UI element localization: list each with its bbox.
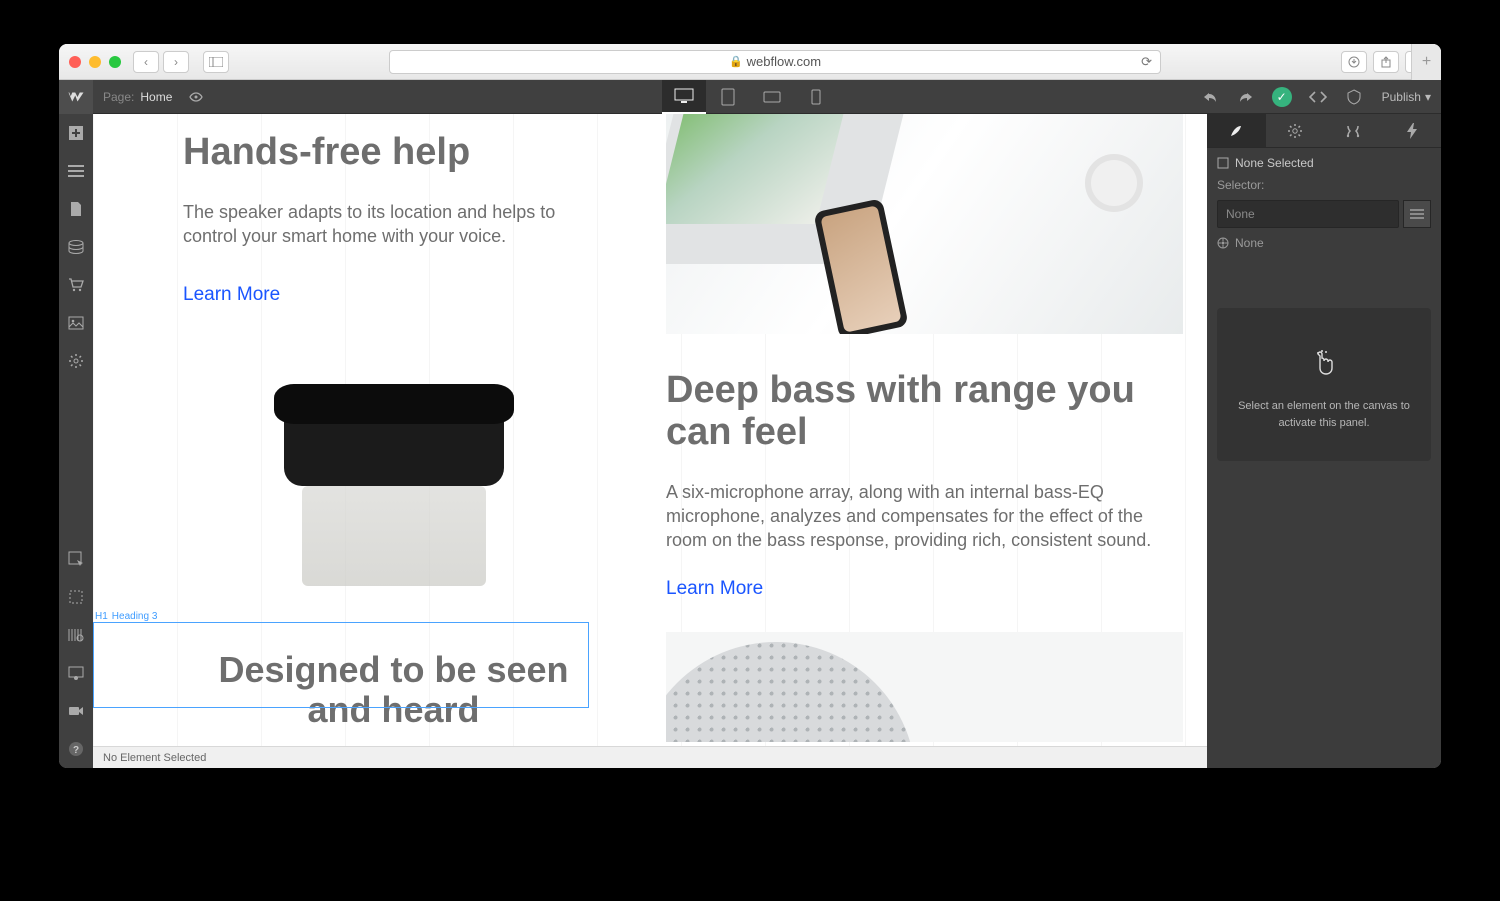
status-bar: No Element Selected (93, 746, 1207, 768)
status-text: No Element Selected (103, 752, 206, 764)
heading-deep-bass[interactable]: Deep bass with range you can feel (666, 370, 1183, 454)
canvas-right-column: Deep bass with range you can feel A six-… (650, 114, 1207, 746)
learn-more-link-2[interactable]: Learn More (666, 578, 763, 599)
tablet-breakpoint[interactable] (706, 80, 750, 114)
webflow-app: Page: Home ✓ Publish ▾ (59, 80, 1441, 768)
page-label: Page: (93, 90, 140, 104)
paragraph-deep-bass[interactable]: A six-microphone array, along with an in… (666, 480, 1183, 553)
device-breakpoints (662, 80, 838, 114)
back-button[interactable]: ‹ (133, 51, 159, 73)
url-text: webflow.com (747, 54, 821, 69)
export-code-button[interactable] (1300, 80, 1336, 114)
redo-button[interactable] (1228, 80, 1264, 114)
share-button[interactable] (1373, 51, 1399, 73)
ecommerce-button[interactable] (59, 266, 93, 304)
app-toolbar: Page: Home ✓ Publish ▾ (59, 80, 1441, 114)
new-tab-button[interactable]: + (1411, 44, 1441, 80)
style-tab[interactable] (1207, 114, 1266, 147)
panel-prompt-text: Select an element on the canvas to activ… (1238, 400, 1410, 429)
preview-button[interactable] (188, 89, 204, 105)
style-panel: None Selected Selector: None (1207, 114, 1441, 768)
add-element-button[interactable] (59, 114, 93, 152)
browser-window: ‹ › 🔒 webflow.com ⟳ + (59, 44, 1441, 768)
settings-button[interactable] (59, 342, 93, 380)
selector-states-button[interactable] (1403, 200, 1431, 228)
style-manager-tab[interactable] (1324, 114, 1383, 147)
minimize-window-button[interactable] (89, 56, 101, 68)
downloads-button[interactable] (1341, 51, 1367, 73)
dome-image[interactable] (666, 632, 1183, 742)
selector-input[interactable]: None (1217, 200, 1399, 228)
page-name[interactable]: Home (140, 90, 172, 104)
reload-icon[interactable]: ⟳ (1141, 54, 1152, 70)
selector-label: Selector: (1217, 178, 1264, 192)
phone-breakpoint[interactable] (794, 80, 838, 114)
selection-name: Heading 3 (112, 611, 158, 622)
chevron-down-icon: ▾ (1425, 90, 1431, 104)
panel-tabs (1207, 114, 1441, 148)
close-window-button[interactable] (69, 56, 81, 68)
sidebar-toggle-button[interactable] (203, 51, 229, 73)
none-selected-label: None Selected (1235, 156, 1314, 170)
learn-more-link-1[interactable]: Learn More (183, 284, 280, 305)
undo-button[interactable] (1192, 80, 1228, 114)
design-canvas[interactable]: Hands-free help The speaker adapts to it… (93, 114, 1207, 746)
assets-button[interactable] (59, 304, 93, 342)
status-check-icon[interactable]: ✓ (1264, 80, 1300, 114)
selection-outline (93, 622, 589, 708)
selection-tag: H1 (95, 611, 108, 622)
canvas-left-column: Hands-free help The speaker adapts to it… (93, 114, 650, 746)
pages-button[interactable] (59, 190, 93, 228)
audit-button[interactable] (1336, 80, 1372, 114)
desk-image[interactable] (666, 114, 1183, 334)
interactions-tab[interactable] (1383, 114, 1442, 147)
browser-toolbar: ‹ › 🔒 webflow.com ⟳ + (59, 44, 1441, 80)
inherit-icon (1217, 237, 1229, 249)
navigator-button[interactable] (59, 152, 93, 190)
panel-prompt: Select an element on the canvas to activ… (1217, 308, 1431, 461)
help-button[interactable]: ? (59, 730, 93, 768)
heading-hands-free[interactable]: Hands-free help (183, 132, 604, 174)
address-bar[interactable]: 🔒 webflow.com ⟳ (389, 50, 1161, 74)
webflow-logo[interactable] (59, 80, 93, 114)
forward-button[interactable]: › (163, 51, 189, 73)
canvas-area: Hands-free help The speaker adapts to it… (93, 114, 1207, 768)
landscape-phone-breakpoint[interactable] (750, 80, 794, 114)
select-tool[interactable] (59, 540, 93, 578)
desktop-breakpoint[interactable] (662, 80, 706, 114)
svg-text:?: ? (73, 745, 79, 756)
xray-tool[interactable] (59, 616, 93, 654)
traffic-lights (69, 56, 121, 68)
square-icon (1217, 157, 1229, 169)
video-tool[interactable] (59, 692, 93, 730)
lock-icon: 🔒 (729, 55, 743, 68)
settings-tab[interactable] (1266, 114, 1325, 147)
publish-button[interactable]: Publish ▾ (1372, 90, 1441, 104)
inherit-value: None (1235, 236, 1264, 250)
edit-mode-tool[interactable] (59, 578, 93, 616)
speaker-image[interactable] (183, 346, 604, 616)
cms-button[interactable] (59, 228, 93, 266)
paragraph-hands-free[interactable]: The speaker adapts to its location and h… (183, 200, 604, 249)
maximize-window-button[interactable] (109, 56, 121, 68)
grid-tool[interactable] (59, 654, 93, 692)
left-toolbar: ? (59, 114, 93, 768)
pointer-icon (1237, 348, 1411, 378)
